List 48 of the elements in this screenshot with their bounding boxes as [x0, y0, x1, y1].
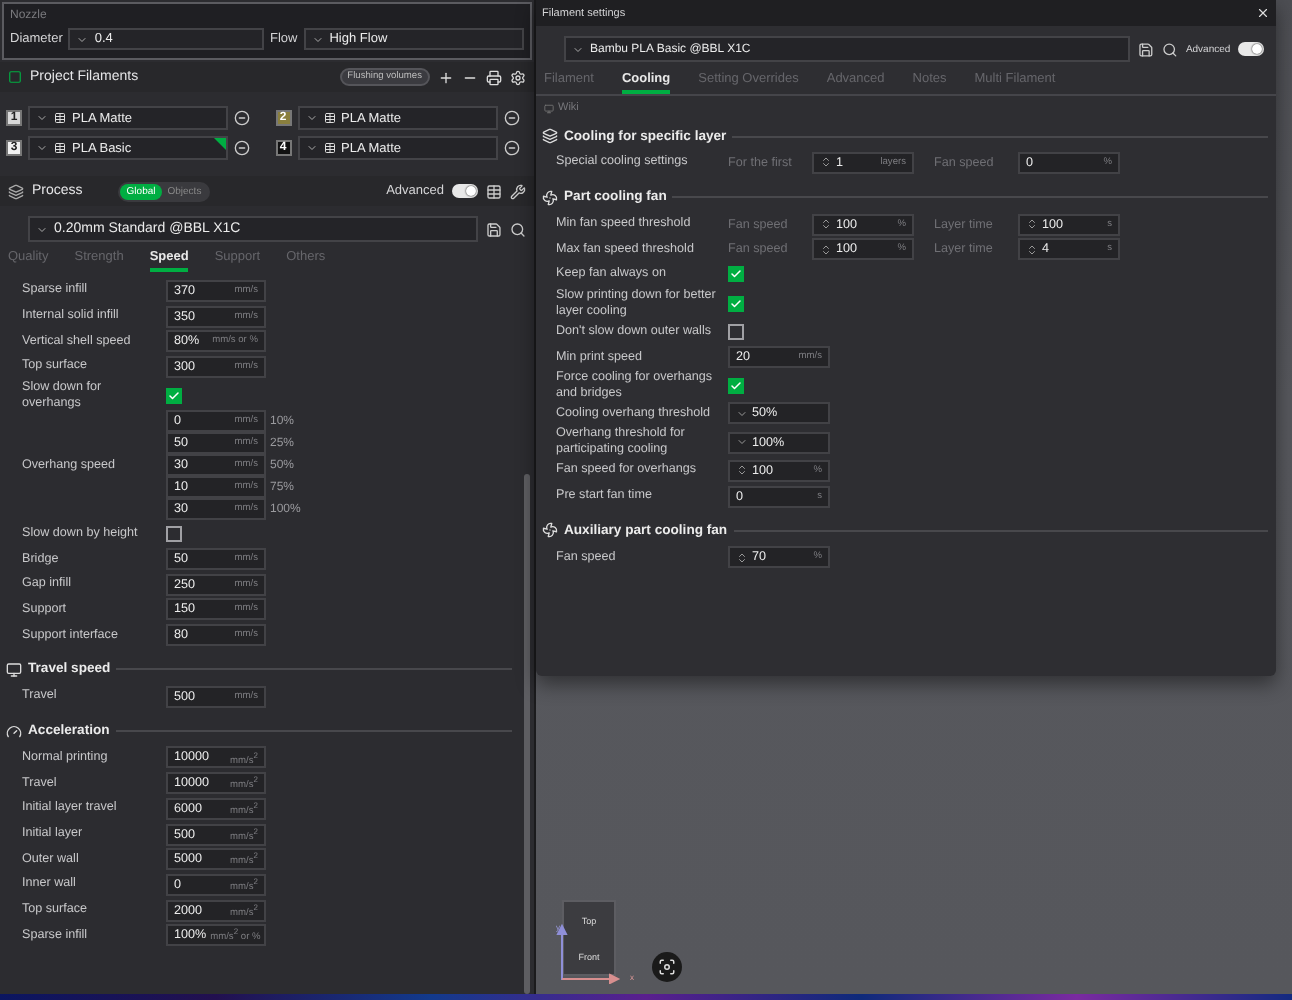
chevron-down-icon	[36, 142, 48, 154]
gauge-icon	[6, 723, 22, 740]
chevron-down-icon	[36, 112, 48, 124]
layers-icon	[8, 183, 24, 199]
minus-circle-icon[interactable]	[234, 110, 250, 126]
fan-icon	[542, 189, 558, 206]
chevron-down-icon	[736, 436, 748, 449]
chevron-down-icon	[36, 223, 48, 235]
checkbox[interactable]	[728, 295, 744, 312]
focus-icon	[658, 958, 676, 976]
search-icon[interactable]	[510, 221, 526, 237]
chevron-down-icon	[305, 112, 317, 124]
fan-icon	[542, 522, 558, 539]
grid-icon	[54, 142, 66, 154]
settings-icon[interactable]	[510, 69, 526, 85]
save-icon[interactable]	[486, 221, 503, 237]
monitor-icon	[544, 103, 554, 113]
checkbox[interactable]	[728, 323, 744, 340]
grid-icon	[54, 112, 66, 124]
printer-icon[interactable]	[486, 69, 502, 85]
axes-drawing	[556, 920, 624, 984]
chevron-down-icon	[736, 407, 748, 420]
advanced-toggle[interactable]	[1238, 42, 1264, 56]
selected-corner-mark	[214, 138, 226, 150]
grid-icon	[323, 142, 335, 154]
minus-circle-icon[interactable]	[234, 140, 250, 156]
minus-circle-icon[interactable]	[503, 140, 519, 156]
layers-icon	[542, 128, 558, 144]
checkbox[interactable]	[728, 266, 744, 283]
wrench-icon[interactable]	[510, 183, 526, 199]
camera-button[interactable]	[652, 952, 682, 982]
save-icon[interactable]	[1138, 41, 1155, 57]
monitor-icon	[6, 661, 22, 678]
grid-icon	[323, 112, 335, 124]
checkbox[interactable]	[166, 525, 182, 542]
chevron-down-icon	[76, 33, 89, 45]
checkbox[interactable]	[728, 377, 744, 394]
add-icon[interactable]	[438, 69, 454, 85]
checkbox[interactable]	[166, 387, 182, 404]
chevron-down-icon	[305, 142, 317, 154]
table-icon[interactable]	[486, 183, 502, 199]
minus-circle-icon[interactable]	[503, 110, 519, 126]
chevron-down-icon	[572, 43, 584, 55]
advanced-toggle[interactable]	[452, 184, 478, 198]
chevron-down-icon	[311, 33, 324, 45]
close-icon[interactable]	[1256, 6, 1270, 20]
search-icon[interactable]	[1162, 41, 1178, 57]
square-icon	[8, 70, 22, 84]
